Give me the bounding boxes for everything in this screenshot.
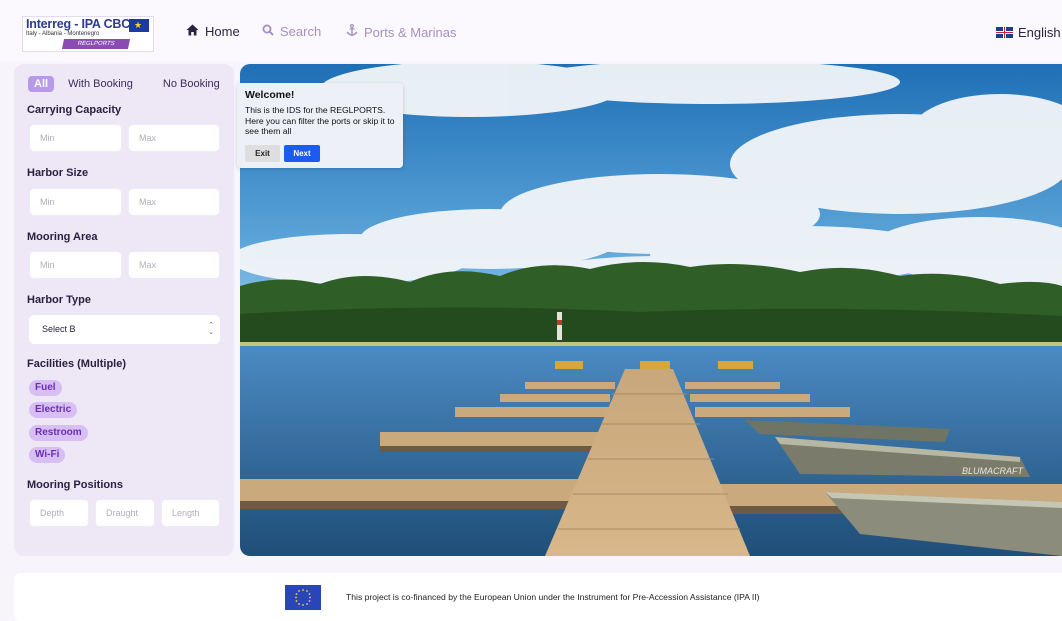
facility-chip-restroom[interactable]: Restroom [29,425,88,441]
footer: This project is co-financed by the Europ… [14,573,1062,621]
eu-flag-icon [129,19,149,32]
length-input[interactable]: Length [161,499,220,527]
nav-search-label: Search [280,24,322,39]
facility-chip-wifi[interactable]: Wi-Fi [29,447,66,463]
interreg-logo[interactable]: Interreg - IPA CBC Italy - Albania - Mon… [22,16,154,52]
nav-home-label: Home [205,24,240,39]
carrying-capacity-label: Carrying Capacity [27,104,122,116]
harbor-size-label: Harbor Size [27,167,89,179]
harbor-type-label: Harbor Type [27,294,91,306]
boat-brand-text: BLUMACRAFT [962,466,1025,476]
anchor-icon [346,24,358,40]
logo-project: REGLPORTS [61,39,131,49]
draught-input[interactable]: Draught [95,499,155,527]
booking-tabs: All With Booking No Booking [28,76,226,92]
carrying-capacity-max-input[interactable]: Max [128,124,220,152]
tour-exit-button[interactable]: Exit [245,145,280,162]
nav-ports-label: Ports & Marinas [364,24,457,40]
nav-search[interactable]: Search [262,24,321,39]
chevron-updown-icon: ⌃ ⌄ [208,322,214,336]
nav-home[interactable]: Home [186,24,240,39]
harbor-size-max-input[interactable]: Max [128,188,220,216]
tab-no-booking[interactable]: No Booking [157,76,226,92]
tour-next-button[interactable]: Next [284,145,320,162]
mooring-positions-label: Mooring Positions [27,479,123,491]
eu-flag-icon [285,585,321,610]
uk-flag-icon [996,27,1013,38]
harbor-type-select[interactable]: Select B ⌃ ⌄ [29,315,220,344]
home-icon [186,24,199,39]
mooring-area-label: Mooring Area [27,231,98,243]
mooring-area-max-input[interactable]: Max [128,251,220,279]
mooring-area-min-input[interactable]: Min [29,251,122,279]
footer-cofinanced-text: This project is co-financed by the Europ… [346,592,760,602]
tour-title: Welcome! [245,89,295,101]
header: Interreg - IPA CBC Italy - Albania - Mon… [0,0,1062,62]
carrying-capacity-min-input[interactable]: Min [29,124,122,152]
logo-title: Interreg - IPA CBC [26,17,131,31]
tour-body: This is the IDS for the REGLPORTS. Here … [245,105,395,136]
language-selector[interactable]: English [996,25,1061,40]
nav-ports-marinas[interactable]: Ports & Marinas [346,24,456,40]
facility-chip-electric[interactable]: Electric [29,402,78,418]
filter-sidebar: All With Booking No Booking Carrying Cap… [14,64,234,556]
search-icon [262,24,274,39]
harbor-type-value: Select B [42,324,76,334]
language-label: English [1018,25,1061,40]
logo-subtitle: Italy - Albania - Montenegro [26,31,100,37]
tab-all[interactable]: All [28,76,55,92]
harbor-size-min-input[interactable]: Min [29,188,122,216]
facility-chip-fuel[interactable]: Fuel [29,380,62,396]
welcome-tour-popover: Welcome! This is the IDS for the REGLPOR… [237,83,403,168]
tab-with-booking[interactable]: With Booking [62,76,139,92]
depth-input[interactable]: Depth [29,499,89,527]
facilities-label: Facilities (Multiple) [27,358,127,370]
